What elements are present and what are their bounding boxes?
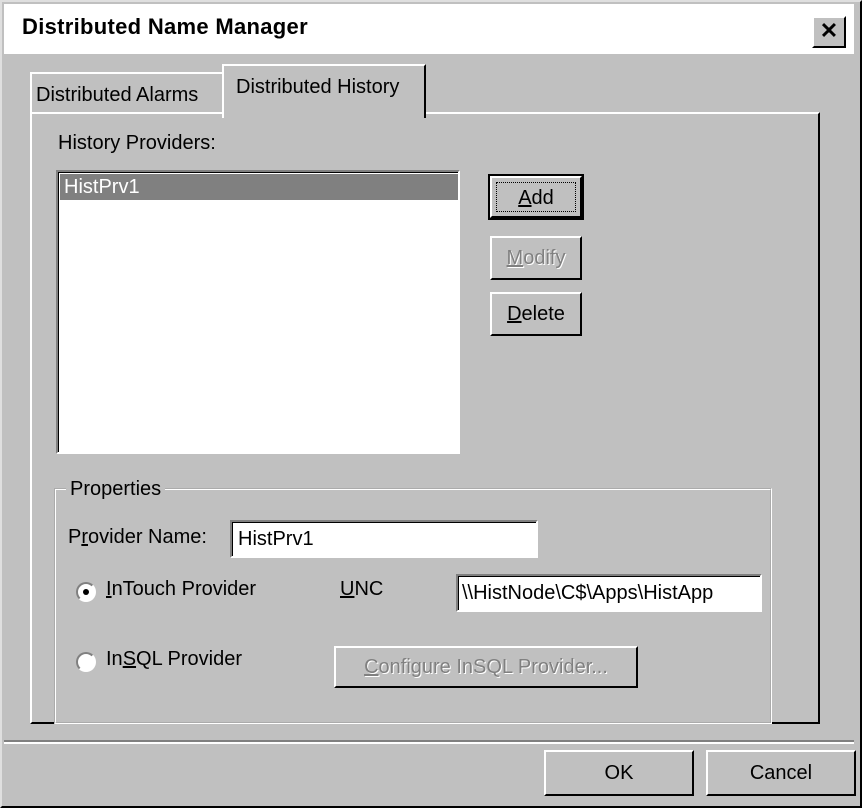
radio-selected-dot xyxy=(83,589,89,595)
configure-insql-button[interactable]: Configure InSQL Provider... xyxy=(334,646,638,688)
history-providers-label: History Providers: xyxy=(58,132,216,154)
cancel-button[interactable]: Cancel xyxy=(706,750,856,796)
focus-ring xyxy=(496,182,576,212)
configure-mnemonic: C xyxy=(364,656,379,678)
intouch-provider-radio[interactable] xyxy=(76,582,96,602)
tab-distributed-history[interactable]: Distributed History xyxy=(222,64,426,118)
tab-distributed-alarms[interactable]: Distributed Alarms xyxy=(30,72,224,114)
tab-label: Distributed Alarms xyxy=(36,84,199,106)
tab-label: Distributed History xyxy=(236,76,400,98)
unc-label: UNC xyxy=(340,578,384,600)
title-bar[interactable]: Distributed Name Manager ✕ xyxy=(4,4,854,54)
insql-provider-label[interactable]: InSQL Provider xyxy=(106,648,242,671)
delete-button[interactable]: Delete xyxy=(490,292,582,336)
modify-button[interactable]: Modify xyxy=(490,236,582,280)
close-icon: ✕ xyxy=(819,18,839,43)
list-item[interactable]: HistPrv1 xyxy=(60,174,458,200)
configure-label-rest: onfigure InSQL Provider... xyxy=(378,656,608,678)
ok-button[interactable]: OK xyxy=(544,750,694,796)
close-button[interactable]: ✕ xyxy=(812,16,846,48)
intouch-provider-label[interactable]: InTouch Provider xyxy=(106,578,256,601)
list-item-label: HistPrv1 xyxy=(64,176,140,198)
window-title: Distributed Name Manager xyxy=(22,14,308,39)
provider-name-label: Provider Name: xyxy=(68,526,207,548)
delete-mnemonic: D xyxy=(507,303,522,325)
delete-label-rest: elete xyxy=(521,303,565,325)
footer-separator xyxy=(4,740,854,744)
history-providers-list[interactable]: HistPrv1 xyxy=(56,170,460,454)
insql-provider-radio[interactable] xyxy=(76,652,96,672)
modify-label-rest: odify xyxy=(523,247,566,269)
properties-group-label: Properties xyxy=(66,478,166,501)
modify-mnemonic: M xyxy=(506,247,524,269)
provider-name-input[interactable]: HistPrv1 xyxy=(230,520,538,558)
add-button[interactable]: Add xyxy=(488,174,584,220)
unc-input[interactable]: \\HistNode\C$\Apps\HistApp xyxy=(456,574,762,612)
